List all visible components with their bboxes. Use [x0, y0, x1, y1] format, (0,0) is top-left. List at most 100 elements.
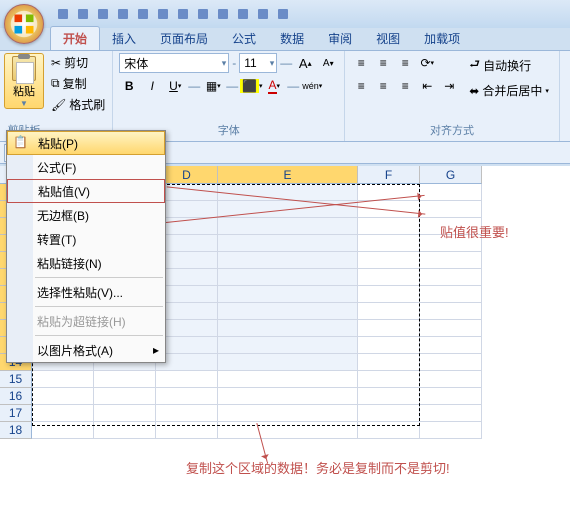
cell[interactable] — [358, 422, 420, 439]
cell[interactable] — [156, 422, 218, 439]
menu-transpose[interactable]: 转置(T) — [7, 227, 165, 251]
cell[interactable] — [218, 371, 358, 388]
cell[interactable] — [218, 422, 358, 439]
cell[interactable] — [420, 252, 482, 269]
phonetic-button[interactable]: wén▾ — [302, 76, 322, 96]
cut-button[interactable]: ✂剪切 — [48, 53, 108, 72]
cell[interactable] — [218, 218, 358, 235]
tab-5[interactable]: 审阅 — [316, 27, 364, 50]
cell[interactable] — [32, 422, 94, 439]
format-brush-button[interactable]: 🖌格式刷 — [48, 95, 108, 114]
shrink-font-button[interactable]: A▾ — [318, 53, 338, 73]
bold-button[interactable]: B — [119, 76, 139, 96]
cell[interactable] — [358, 354, 420, 371]
align-middle-button[interactable]: ≡ — [373, 53, 393, 73]
cell[interactable] — [218, 388, 358, 405]
filter-icon[interactable] — [254, 5, 272, 23]
wrap-text-button[interactable]: ⮐自动换行 — [465, 53, 553, 78]
cell[interactable] — [420, 388, 482, 405]
cell[interactable] — [94, 371, 156, 388]
indent-dec-button[interactable]: ⇤ — [417, 76, 437, 96]
cell[interactable] — [358, 218, 420, 235]
cell[interactable] — [358, 337, 420, 354]
fill-color-button[interactable]: ⬛▾ — [241, 76, 261, 96]
cell[interactable] — [420, 286, 482, 303]
col-header-E[interactable]: E — [218, 166, 358, 184]
redo-icon[interactable] — [94, 5, 112, 23]
row-header-15[interactable]: 15 — [0, 371, 32, 388]
sort-icon[interactable] — [174, 5, 192, 23]
cell[interactable] — [218, 337, 358, 354]
cell[interactable] — [94, 422, 156, 439]
font-name-combo[interactable]: 宋体 — [119, 53, 229, 73]
cell[interactable] — [420, 371, 482, 388]
cell[interactable] — [218, 354, 358, 371]
cell[interactable] — [420, 405, 482, 422]
row-header-17[interactable]: 17 — [0, 405, 32, 422]
tab-6[interactable]: 视图 — [364, 27, 412, 50]
cell[interactable] — [32, 371, 94, 388]
cell[interactable] — [94, 405, 156, 422]
cell[interactable] — [32, 388, 94, 405]
indent-inc-button[interactable]: ⇥ — [439, 76, 459, 96]
orientation-button[interactable]: ⟳▾ — [417, 53, 437, 73]
cell[interactable] — [420, 337, 482, 354]
cell[interactable] — [218, 286, 358, 303]
cell[interactable] — [420, 303, 482, 320]
cell[interactable] — [156, 405, 218, 422]
cell[interactable] — [420, 184, 482, 201]
print-icon[interactable] — [114, 5, 132, 23]
save-icon[interactable] — [54, 5, 72, 23]
cell[interactable] — [358, 286, 420, 303]
undo-icon[interactable] — [74, 5, 92, 23]
cell[interactable] — [420, 201, 482, 218]
border-button[interactable]: ▦▾ — [203, 76, 223, 96]
preview-icon[interactable] — [134, 5, 152, 23]
cell[interactable] — [218, 235, 358, 252]
cell[interactable] — [358, 201, 420, 218]
row-header-16[interactable]: 16 — [0, 388, 32, 405]
cell[interactable] — [358, 184, 420, 201]
col-header-G[interactable]: G — [420, 166, 482, 184]
tab-2[interactable]: 页面布局 — [148, 27, 220, 50]
cell[interactable] — [32, 405, 94, 422]
cell[interactable] — [420, 354, 482, 371]
copy-button[interactable]: ⧉复制 — [48, 74, 108, 93]
cell[interactable] — [358, 252, 420, 269]
align-right-button[interactable]: ≡ — [395, 76, 415, 96]
font-size-combo[interactable]: 11 — [239, 53, 277, 73]
align-top-button[interactable]: ≡ — [351, 53, 371, 73]
chart-icon[interactable] — [214, 5, 232, 23]
cell[interactable] — [358, 320, 420, 337]
underline-button[interactable]: U▾ — [165, 76, 185, 96]
cell[interactable] — [218, 303, 358, 320]
cell[interactable] — [218, 405, 358, 422]
cell[interactable] — [358, 235, 420, 252]
cell[interactable] — [358, 388, 420, 405]
find-icon[interactable] — [274, 5, 292, 23]
menu-paste[interactable]: 📋粘贴(P) — [7, 131, 165, 155]
cell[interactable] — [358, 405, 420, 422]
format-icon[interactable] — [234, 5, 252, 23]
menu-formulas[interactable]: 公式(F) — [7, 155, 165, 179]
office-button[interactable] — [4, 4, 44, 44]
tab-0[interactable]: 开始 — [50, 26, 100, 50]
spell-icon[interactable] — [154, 5, 172, 23]
cell[interactable] — [358, 269, 420, 286]
cell[interactable] — [156, 388, 218, 405]
cell[interactable] — [420, 269, 482, 286]
tab-4[interactable]: 数据 — [268, 27, 316, 50]
cell[interactable] — [420, 422, 482, 439]
tab-7[interactable]: 加载项 — [412, 27, 472, 50]
cell[interactable] — [420, 235, 482, 252]
menu-paste-values[interactable]: 粘贴值(V) — [7, 179, 165, 203]
font-color-button[interactable]: A▾ — [264, 76, 284, 96]
col-header-F[interactable]: F — [358, 166, 420, 184]
menu-paste-special[interactable]: 选择性粘贴(V)... — [7, 280, 165, 304]
align-left-button[interactable]: ≡ — [351, 76, 371, 96]
cell[interactable] — [218, 269, 358, 286]
row-header-18[interactable]: 18 — [0, 422, 32, 439]
cell[interactable] — [420, 218, 482, 235]
tab-1[interactable]: 插入 — [100, 27, 148, 50]
cell[interactable] — [218, 184, 358, 201]
